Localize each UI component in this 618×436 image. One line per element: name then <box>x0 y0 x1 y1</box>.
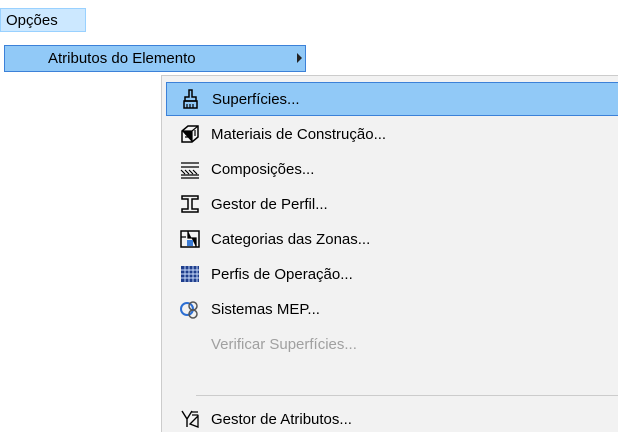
menu-separator <box>196 395 618 396</box>
menu-item-attribute-manager-label: Gestor de Atributos... <box>211 410 352 428</box>
paint-brush-icon <box>179 87 203 111</box>
building-material-icon <box>178 122 202 146</box>
menu-options[interactable]: Opções <box>0 8 86 32</box>
menu-item-building-materials[interactable]: Materiais de Construção... <box>166 117 618 151</box>
empty-icon-slot <box>178 332 202 356</box>
menu-item-operation-profiles[interactable]: Perfis de Operação... <box>166 257 618 291</box>
submenu-arrow-icon <box>297 53 302 63</box>
menu-item-zone-categories-label: Categorias das Zonas... <box>211 230 371 248</box>
menu-item-profile-manager-label: Gestor de Perfil... <box>211 195 328 213</box>
menu-item-mep-systems[interactable]: Sistemas MEP... <box>166 292 618 326</box>
attribute-manager-icon <box>178 407 202 431</box>
menu-item-surfaces-label: Superfícies... <box>212 90 300 108</box>
menu-options-label: Opções <box>6 12 58 29</box>
menu-item-surfaces[interactable]: Superfícies... <box>166 82 618 116</box>
menu-item-attribute-manager[interactable]: Gestor de Atributos... <box>166 402 618 436</box>
menu-item-element-attributes-label: Atributos do Elemento <box>48 50 196 67</box>
menu-item-zone-categories[interactable]: Categorias das Zonas... <box>166 222 618 256</box>
menu-item-profile-manager[interactable]: Gestor de Perfil... <box>166 187 618 221</box>
element-attributes-submenu: Superfícies... Materiais de Construção..… <box>161 75 618 432</box>
menu-item-verify-surfaces[interactable]: Verificar Superfícies... <box>166 327 618 361</box>
profile-beam-icon <box>178 192 202 216</box>
mep-systems-icon <box>178 297 202 321</box>
menu-item-composites[interactable]: Composições... <box>166 152 618 186</box>
menu-item-element-attributes[interactable]: Atributos do Elemento <box>4 45 306 72</box>
menu-item-verify-surfaces-label: Verificar Superfícies... <box>211 335 357 353</box>
menu-item-mep-systems-label: Sistemas MEP... <box>211 300 320 318</box>
zone-category-icon <box>178 227 202 251</box>
operation-grid-icon <box>178 262 202 286</box>
menu-item-composites-label: Composições... <box>211 160 315 178</box>
composite-layers-icon <box>178 157 202 181</box>
menu-item-building-materials-label: Materiais de Construção... <box>211 125 387 143</box>
menu-item-operation-profiles-label: Perfis de Operação... <box>211 265 353 283</box>
